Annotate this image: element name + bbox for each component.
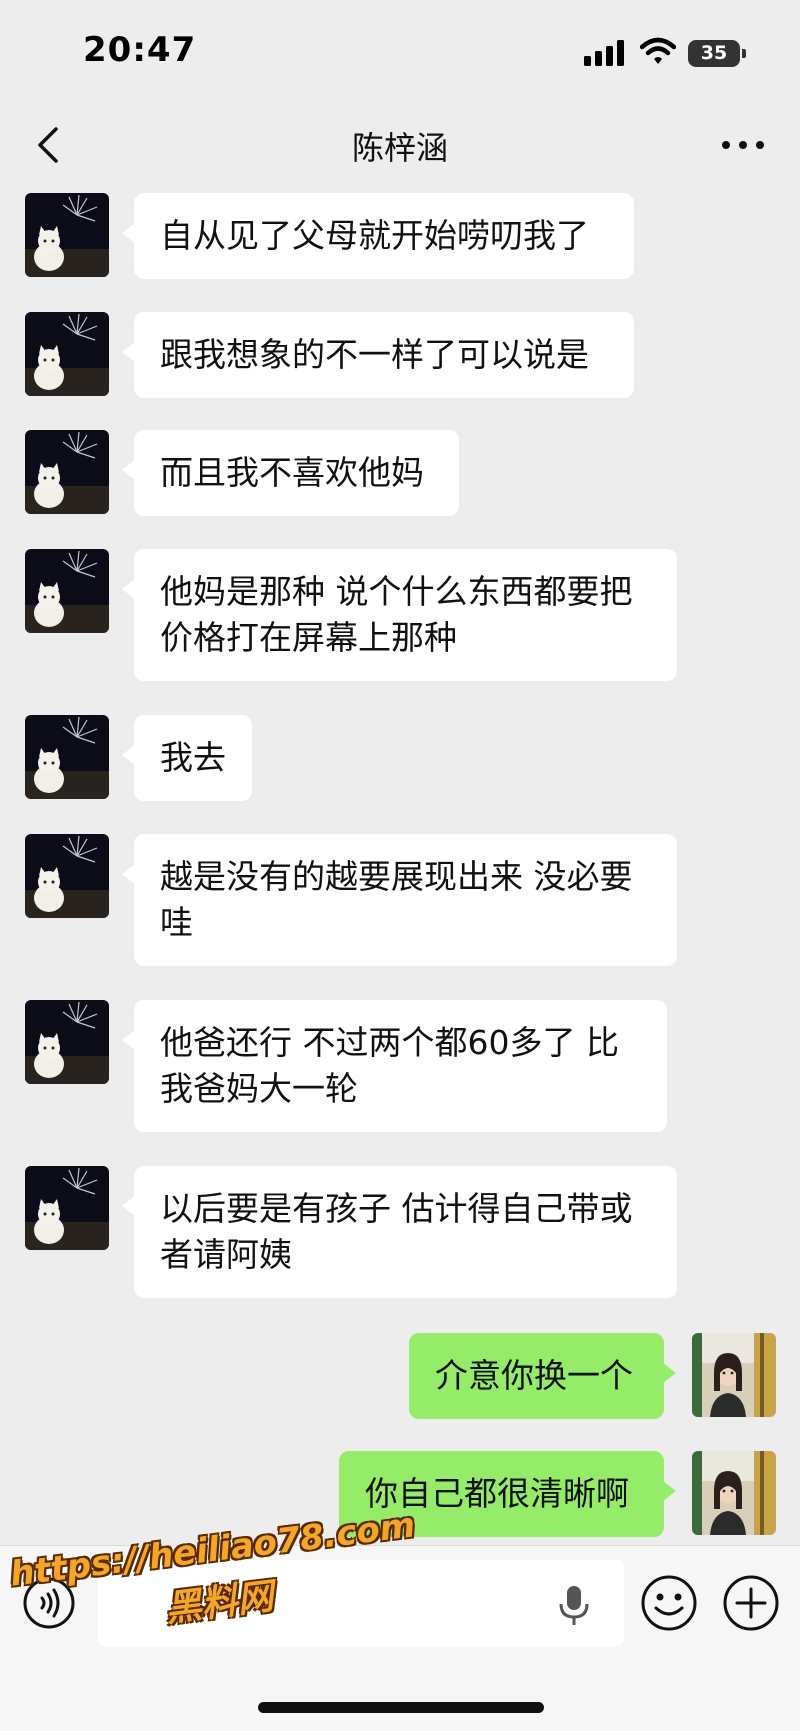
contact-avatar[interactable] [25, 193, 109, 277]
mic-icon[interactable] [558, 1584, 590, 1628]
contact-avatar[interactable] [25, 1166, 109, 1250]
battery-level: 35 [700, 42, 728, 64]
message-bubble[interactable]: 以后要是有孩子 估计得自己带或者请阿姨 [122, 1166, 677, 1298]
message-list[interactable]: 自从见了父母就开始唠叨我了 跟我想象的不一样了可以说是 而且我不喜欢他妈他妈是那种 … [0, 185, 800, 1545]
home-indicator [258, 1702, 544, 1713]
contact-avatar[interactable] [25, 715, 109, 799]
nav-bar: 陈梓涵 [0, 105, 800, 185]
outgoing-message: 介意你换一个 [0, 1333, 800, 1419]
message-bubble[interactable]: 跟我想象的不一样了可以说是 [122, 312, 634, 398]
incoming-message: 他爸还行 不过两个都60多了 比我爸妈大一轮 [0, 1000, 800, 1132]
incoming-message: 跟我想象的不一样了可以说是 [0, 312, 800, 398]
contact-avatar[interactable] [25, 834, 109, 918]
message-bubble[interactable]: 我去 [122, 715, 252, 801]
contact-avatar[interactable] [25, 430, 109, 514]
contact-avatar[interactable] [25, 549, 109, 633]
contact-avatar[interactable] [25, 312, 109, 396]
status-time: 20:47 [83, 30, 197, 70]
chat-title: 陈梓涵 [351, 129, 448, 167]
incoming-message: 而且我不喜欢他妈 [0, 430, 800, 516]
my-avatar[interactable] [692, 1451, 776, 1535]
battery-icon: 35 [688, 40, 746, 67]
emoji-icon[interactable] [640, 1574, 698, 1632]
incoming-message: 越是没有的越要展现出来 没必要哇 [0, 834, 800, 966]
more-icon[interactable] [718, 125, 768, 165]
status-bar: 20:47 35 [0, 0, 800, 105]
message-bubble[interactable]: 而且我不喜欢他妈 [122, 430, 459, 516]
message-bubble[interactable]: 越是没有的越要展现出来 没必要哇 [122, 834, 677, 966]
incoming-message: 以后要是有孩子 估计得自己带或者请阿姨 [0, 1166, 800, 1298]
incoming-message: 我去 [0, 715, 800, 801]
incoming-message: 他妈是那种 说个什么东西都要把价格打在屏幕上那种 [0, 549, 800, 681]
wifi-icon [640, 37, 676, 64]
my-avatar[interactable] [692, 1333, 776, 1417]
message-bubble[interactable]: 他妈是那种 说个什么东西都要把价格打在屏幕上那种 [122, 549, 677, 681]
contact-avatar[interactable] [25, 1000, 109, 1084]
cellular-signal-icon [584, 40, 624, 66]
message-bubble[interactable]: 他爸还行 不过两个都60多了 比我爸妈大一轮 [122, 1000, 667, 1132]
message-bubble[interactable]: 自从见了父母就开始唠叨我了 [122, 193, 634, 279]
message-bubble[interactable]: 介意你换一个 [409, 1333, 676, 1419]
incoming-message: 自从见了父母就开始唠叨我了 [0, 193, 800, 279]
add-icon[interactable] [722, 1574, 780, 1632]
